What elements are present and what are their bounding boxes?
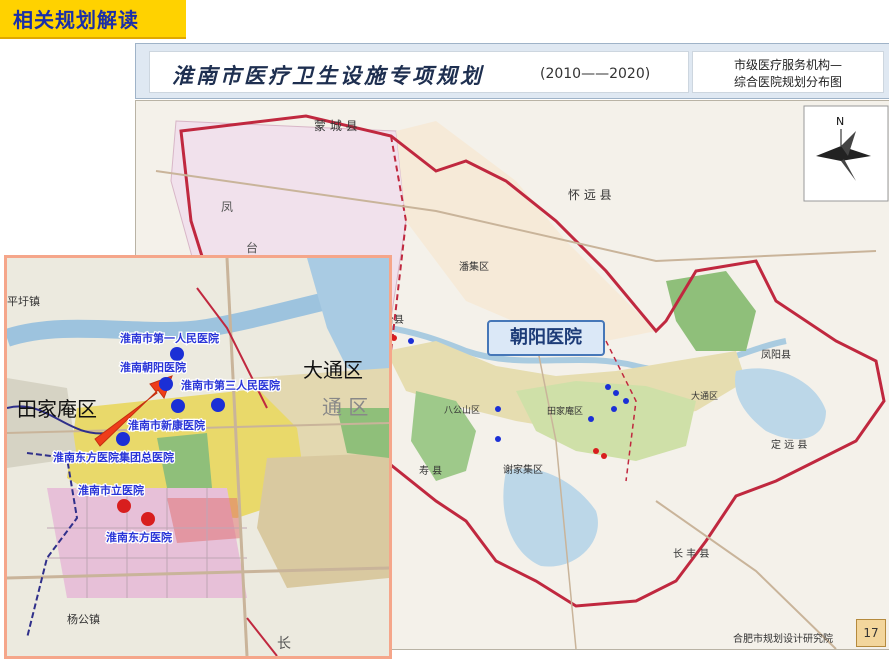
section-tag: 相关规划解读 [0, 0, 186, 39]
main-hospital-dot [593, 448, 599, 454]
map-subtitle-line1: 市级医疗服务机构— [733, 58, 842, 72]
map-subtitle-box: 市级医疗服务机构— 综合医院规划分布图 [692, 51, 884, 93]
inset-label-tongqu: 通 区 [322, 395, 368, 419]
label-panji: 潘集区 [459, 260, 489, 273]
label-dingyuan: 定 远 县 [771, 438, 807, 451]
label-bagongshan: 八公山区 [444, 405, 480, 416]
map-title-years: (2010——2020) [540, 66, 651, 82]
inset-label-tianjiaan: 田家庵区 [17, 397, 97, 421]
map-title: 淮南市医疗卫生设施专项规划 [172, 63, 484, 88]
hospital-label-shili: 淮南市立医院 [78, 483, 144, 497]
chaoyang-hospital-callout: 朝阳医院 [487, 320, 605, 356]
hospital-marker-xinkang [116, 432, 130, 446]
section-tag-label: 相关规划解读 [13, 8, 139, 32]
main-hospital-dot [623, 398, 629, 404]
main-hospital-dot [495, 406, 501, 412]
hospital-marker-first-peoples [170, 347, 184, 361]
map-subtitle-line2: 综合医院规划分布图 [733, 75, 842, 89]
label-xiejiaji: 谢家集区 [503, 463, 543, 476]
label-shouxian: 寿 县 [419, 464, 442, 477]
title-bar: 淮南市医疗卫生设施专项规划 (2010——2020) 市级医疗服务机构— 综合医… [135, 43, 889, 99]
label-mengcheng: 蒙 城 县 [314, 119, 358, 133]
inset-label-pingxu: 平圩镇 [7, 294, 40, 308]
main-hospital-dot [588, 416, 594, 422]
hospital-label-chaoyang: 淮南朝阳医院 [120, 360, 186, 374]
main-hospital-dot [495, 436, 501, 442]
hospital-marker-third-peoples [171, 399, 185, 413]
label-tianjiaan: 田家庵区 [547, 405, 583, 417]
compass-north-label: N [836, 115, 844, 128]
inset-urban-red [167, 498, 242, 543]
hospital-label-dongfang-group: 淮南东方医院集团总医院 [53, 450, 174, 464]
hospital-label-xinkang: 淮南市新康医院 [128, 418, 205, 432]
page-number: 17 [856, 619, 886, 647]
hospital-label-first-peoples: 淮南市第一人民医院 [120, 331, 219, 345]
hospital-marker-shili [117, 499, 131, 513]
hospital-label-dongfang: 淮南东方医院 [106, 530, 172, 544]
inset-map-svg: 平圩镇 大通区 通 区 田家庵区 杨公镇 长 淮南市第一人民医院 淮南朝阳医院 … [7, 258, 389, 656]
main-hospital-dot [605, 384, 611, 390]
hospital-marker-dongfang [141, 512, 155, 526]
main-hospital-dot [611, 406, 617, 412]
hospital-marker-chaoyang [159, 377, 173, 391]
main-hospital-dot [613, 390, 619, 396]
label-fengtai-2: 台 [246, 240, 258, 255]
hospital-marker-third-peoples-2 [211, 398, 225, 412]
label-changfeng: 长 丰 县 [673, 547, 709, 560]
footer-institute: 合肥市规划设计研究院 [733, 634, 833, 645]
inset-map: 平圩镇 大通区 通 区 田家庵区 杨公镇 长 淮南市第一人民医院 淮南朝阳医院 … [4, 255, 392, 659]
main-hospital-dot [408, 338, 414, 344]
label-datong: 大通区 [691, 390, 718, 402]
label-fengtai-1: 凤 [221, 200, 233, 214]
inset-label-yanggong: 杨公镇 [67, 612, 100, 626]
inset-label-datong: 大通区 [303, 358, 363, 382]
main-hospital-dot [601, 453, 607, 459]
label-huaiyuan: 怀 远 县 [568, 188, 612, 202]
label-fengyang: 凤阳县 [761, 349, 791, 361]
footer-bar: 合肥市规划设计研究院 [135, 625, 889, 648]
title-box: 淮南市医疗卫生设施专项规划 (2010——2020) [149, 51, 689, 93]
hospital-label-third-peoples: 淮南市第三人民医院 [181, 378, 280, 392]
